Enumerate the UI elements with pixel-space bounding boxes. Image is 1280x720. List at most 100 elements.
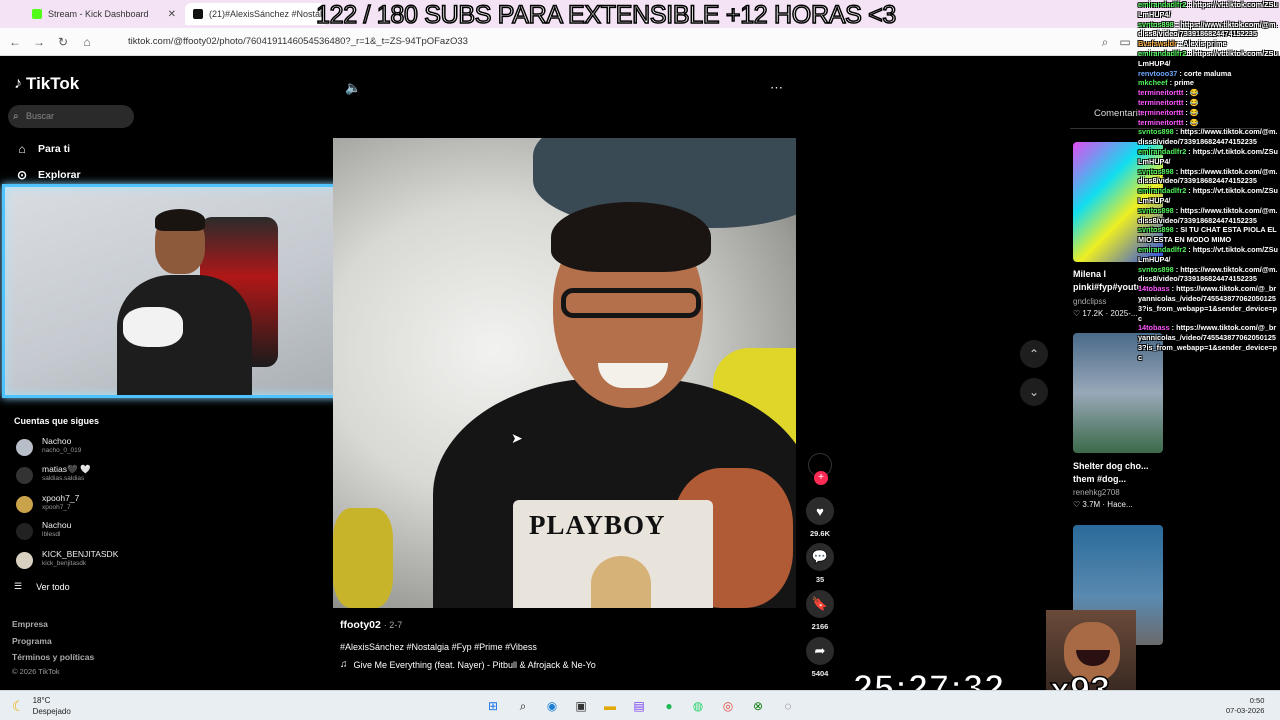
streamer-hair	[155, 209, 205, 231]
post-music[interactable]: ♫ Give Me Everything (feat. Nayer) - Pit…	[340, 659, 596, 670]
home-icon[interactable]: ⌂	[80, 35, 94, 49]
save-action[interactable]: 🔖 2166	[806, 590, 834, 631]
post-date: · 2-7	[383, 620, 403, 630]
footer-terminos[interactable]: Términos y políticas	[12, 652, 94, 662]
chat-message: svntos898 : https://www.tiktok.com/@m.di…	[1136, 206, 1280, 226]
chat-username[interactable]: emirandadlfr2	[1138, 0, 1186, 9]
chat-username[interactable]: emirandadlfr2	[1138, 245, 1186, 254]
zoom-icon[interactable]: ⌕	[1098, 35, 1112, 49]
file-explorer-icon[interactable]: ▬	[601, 697, 619, 715]
chat-username[interactable]: svntos898	[1138, 206, 1174, 215]
chat-username[interactable]: svntos898	[1138, 265, 1174, 274]
chat-username[interactable]: svntos898	[1138, 225, 1174, 234]
forward-icon[interactable]: →	[32, 35, 46, 49]
nav-explorar[interactable]: ⊙ Explorar	[14, 167, 81, 183]
system-clock[interactable]: 0:50 07-03-2026	[1226, 696, 1264, 716]
chat-message: termineitorttt : 😂	[1136, 108, 1280, 118]
chat-username[interactable]: 14tobass	[1138, 284, 1170, 293]
extension-icon[interactable]: ▭	[1118, 35, 1132, 49]
list-icon: ☰	[14, 581, 23, 591]
chat-message: emirandadlfr2 : https://vt.tiktok.com/ZS…	[1136, 0, 1280, 20]
tab-kick-dashboard[interactable]: Stream - Kick Dashboard ✕	[24, 3, 184, 25]
chat-username[interactable]: termineitorttt	[1138, 108, 1183, 117]
heart-icon[interactable]: ♥	[806, 497, 834, 525]
see-all-link[interactable]: ☰ Ver todo	[14, 581, 70, 592]
weather-condition: Despejado	[32, 707, 71, 716]
chat-username[interactable]: emirandadlfr2	[1138, 147, 1186, 156]
search-icon[interactable]: ⌕	[514, 697, 532, 715]
webcam-overlay	[2, 184, 369, 398]
tiktok-logo[interactable]: ♪ TikTok	[14, 74, 79, 94]
chat-message: termineitorttt : 😂	[1136, 118, 1280, 128]
share-icon[interactable]: ➦	[806, 637, 834, 665]
chat-username[interactable]: emirandadlfr2	[1138, 186, 1186, 195]
related-video-author[interactable]: renehkg2708	[1073, 488, 1120, 497]
search-icon: ⌕	[13, 111, 19, 122]
followed-account[interactable]: xpooh7_7 xpooh7_7	[14, 492, 144, 516]
obs-icon[interactable]: ◌	[779, 697, 797, 715]
account-name: KICK_BENJITASDK	[42, 549, 119, 559]
account-name: Nachoo	[42, 436, 72, 446]
chat-message: emirandadlfr2 : https://vt.tiktok.com/ZS…	[1136, 147, 1280, 167]
follow-plus-icon[interactable]: +	[814, 471, 828, 485]
reload-icon[interactable]: ↻	[56, 35, 70, 49]
chat-text: 😂	[1189, 88, 1199, 98]
tab-tiktok-post[interactable]: (21)#AlexisSánchez #Nostalgia	[185, 3, 325, 25]
nav-para-ti[interactable]: ⌂ Para ti	[14, 141, 70, 157]
more-options-icon[interactable]: ⋯	[770, 80, 783, 96]
photo-glasses	[561, 288, 701, 318]
share-action[interactable]: ➦ 5404	[806, 637, 834, 678]
chevron-down-icon[interactable]: ⌄	[1020, 378, 1048, 406]
chat-username[interactable]: svntos898	[1138, 127, 1174, 136]
copyright: © 2026 TikTok	[12, 667, 60, 676]
post-hashtags[interactable]: #AlexisSánchez #Nostalgia #Fyp #Prime #V…	[340, 642, 537, 652]
moon-icon: ☾	[12, 697, 25, 714]
store-icon[interactable]: ▣	[572, 697, 590, 715]
following-header: Cuentas que sigues	[14, 416, 100, 426]
weather-widget[interactable]: ☾ 18°C Despejado	[12, 695, 71, 717]
comment-action[interactable]: 💬 35	[806, 543, 834, 584]
photo-yellow-object	[333, 508, 393, 608]
chat-username[interactable]: Bvsfswsldr	[1138, 39, 1177, 48]
like-action[interactable]: ♥ 29.6K	[806, 497, 834, 538]
app-icon[interactable]: ▤	[630, 697, 648, 715]
avatar	[16, 467, 33, 484]
edge-icon[interactable]: ◉	[543, 697, 561, 715]
back-icon[interactable]: ←	[8, 35, 22, 49]
chat-username[interactable]: termineitorttt	[1138, 98, 1183, 107]
music-title: Give Me Everything (feat. Nayer) - Pitbu…	[353, 659, 596, 670]
chat-username[interactable]: emirandadlfr2	[1138, 49, 1186, 58]
creator-avatar[interactable]: +	[808, 453, 832, 485]
chat-username[interactable]: svntos898	[1138, 167, 1174, 176]
chat-username[interactable]: svntos898	[1138, 20, 1174, 29]
chat-username[interactable]: termineitorttt	[1138, 118, 1183, 127]
followed-account[interactable]: Nachoo nacho_0_019	[14, 435, 144, 459]
chat-message: svntos898 : https://www.tiktok.com/@m.di…	[1136, 265, 1280, 285]
volume-icon[interactable]: 🔈	[345, 80, 361, 96]
url-field[interactable]: tiktok.com/@ffooty02/photo/7604191146054…	[110, 33, 1100, 51]
windows-start-icon[interactable]: ⊞	[484, 697, 502, 715]
footer-programa[interactable]: Programa	[12, 636, 52, 646]
followed-account[interactable]: matias🖤 🤍 saldias.saldias	[14, 463, 144, 487]
address-bar-row: ← → ↻ ⌂ tiktok.com/@ffooty02/photo/76041…	[0, 28, 1280, 56]
chat-username[interactable]: 14tobass	[1138, 323, 1170, 332]
close-tab-icon[interactable]: ✕	[168, 9, 176, 20]
chat-username[interactable]: mkcheef	[1138, 78, 1168, 87]
followed-account[interactable]: KICK_BENJITASDK kick_benjitasdk	[14, 548, 144, 572]
xbox-icon[interactable]: ⊗	[749, 697, 767, 715]
post-photo[interactable]: PLAYBOY	[333, 138, 796, 608]
chevron-up-icon[interactable]: ⌃	[1020, 340, 1048, 368]
chat-username[interactable]: renvtooo37	[1138, 69, 1177, 78]
spotify-icon[interactable]: ●	[660, 697, 678, 715]
whatsapp-icon[interactable]: ◍	[689, 697, 707, 715]
post-creator[interactable]: ffooty02 · 2-7	[340, 619, 402, 631]
footer-empresa[interactable]: Empresa	[12, 619, 48, 629]
chat-username[interactable]: termineitorttt	[1138, 88, 1183, 97]
comment-icon[interactable]: 💬	[806, 543, 834, 571]
followed-account[interactable]: Nachou lblesdl	[14, 519, 144, 543]
bookmark-icon[interactable]: 🔖	[806, 590, 834, 618]
related-video-author[interactable]: gndclipss	[1073, 297, 1106, 306]
chrome-icon[interactable]: ◎	[719, 697, 737, 715]
search-input[interactable]: ⌕ Buscar	[8, 105, 134, 128]
music-note-icon: ♫	[340, 659, 348, 670]
